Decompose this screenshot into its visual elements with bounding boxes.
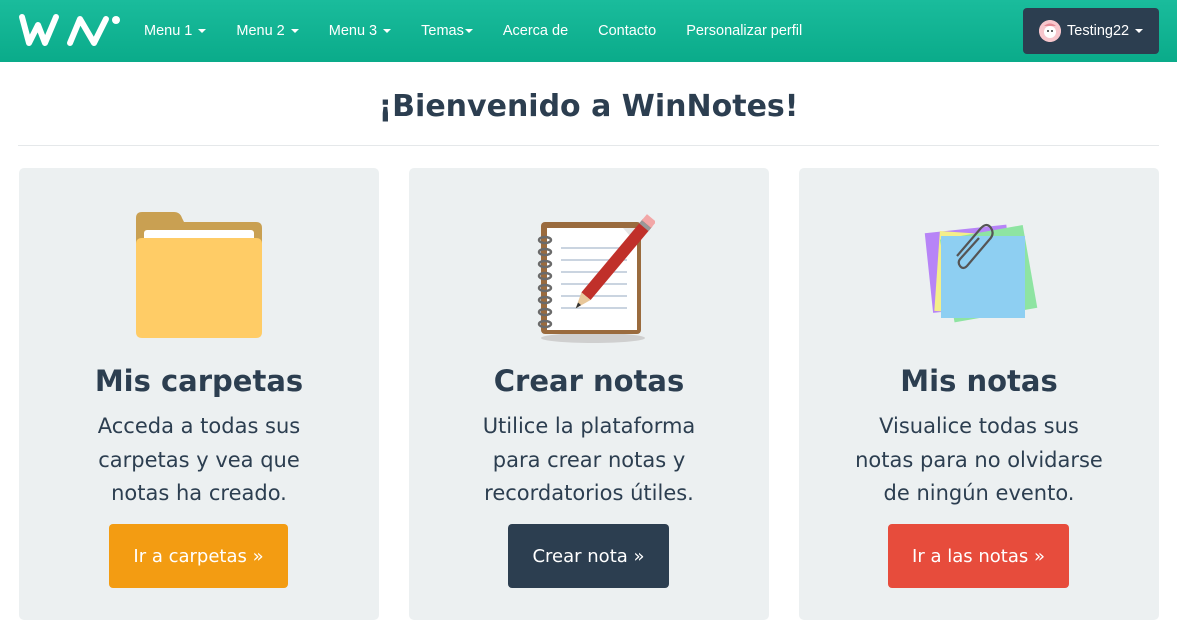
card-title: Mis notas (900, 364, 1058, 398)
caret-down-icon (1135, 29, 1144, 33)
card-crear-notas: Crear notas Utilice la plataforma para c… (409, 168, 769, 620)
caret-down-icon (198, 29, 207, 33)
folder-icon (19, 210, 379, 350)
card-mis-carpetas: Mis carpetas Acceda a todas sus carpetas… (19, 168, 379, 620)
nav-contacto-label: Contacto (598, 23, 657, 39)
nav-personalizar-perfil-label: Personalizar perfil (686, 23, 803, 39)
cards-row: Mis carpetas Acceda a todas sus carpetas… (0, 146, 1177, 620)
card-description: Acceda a todas sus carpetas y vea que no… (79, 410, 319, 511)
user-menu-button[interactable]: Testing22 (1023, 8, 1159, 54)
card-line: Utilice la plataforma (482, 414, 696, 438)
nav-personalizar-perfil[interactable]: Personalizar perfil (671, 0, 817, 62)
nav-contacto[interactable]: Contacto (583, 0, 671, 62)
card-description: Utilice la plataforma para crear notas y… (469, 410, 709, 511)
card-line: notas ha creado. (111, 481, 287, 505)
nav-temas[interactable]: Temas (406, 0, 488, 62)
notebook-pencil-icon (409, 214, 769, 354)
card-title: Mis carpetas (94, 364, 304, 398)
brand-logo[interactable] (18, 11, 121, 51)
card-line: notas para no olvidarse (855, 447, 1103, 472)
caret-down-icon (383, 29, 392, 33)
nav-acerca-de[interactable]: Acerca de (488, 0, 583, 62)
ir-a-carpetas-button[interactable]: Ir a carpetas » (109, 524, 288, 588)
card-line: Acceda a todas sus (97, 414, 301, 438)
user-name: Testing22 (1067, 23, 1130, 39)
caret-down-icon (290, 29, 299, 33)
nav-menu-3[interactable]: Menu 3 (314, 0, 406, 62)
avatar (1039, 20, 1061, 42)
nav-acerca-de-label: Acerca de (502, 23, 569, 39)
nav-menu-3-label: Menu 3 (328, 23, 378, 39)
card-line: Visualice todas sus (879, 414, 1079, 438)
nav-menu-2-label: Menu 2 (236, 23, 285, 39)
card-title: Crear notas (493, 364, 685, 398)
crear-nota-button[interactable]: Crear nota » (508, 524, 669, 588)
card-line: carpetas y vea que (98, 447, 300, 472)
card-line: recordatorios útiles. (484, 481, 694, 505)
card-mis-notas: Mis notas Visualice todas sus notas para… (799, 168, 1159, 620)
card-line: para crear notas y (492, 447, 686, 472)
navbar: Menu 1 Menu 2 Menu 3 Temas Acerca de Con… (0, 0, 1177, 62)
sticky-notes-icon (799, 216, 1159, 356)
nav-temas-label: Temas (421, 23, 464, 39)
card-description: Visualice todas sus notas para no olvida… (839, 410, 1119, 511)
nav-menu-2[interactable]: Menu 2 (221, 0, 313, 62)
page-title: ¡Bienvenido a WinNotes! (378, 89, 799, 124)
card-line: de ningún evento. (883, 481, 1075, 505)
caret-down-icon (464, 29, 473, 33)
nav-menu-1-label: Menu 1 (144, 23, 193, 39)
ir-a-las-notas-button[interactable]: Ir a las notas » (888, 524, 1069, 588)
nav-menu-1[interactable]: Menu 1 (141, 0, 221, 62)
